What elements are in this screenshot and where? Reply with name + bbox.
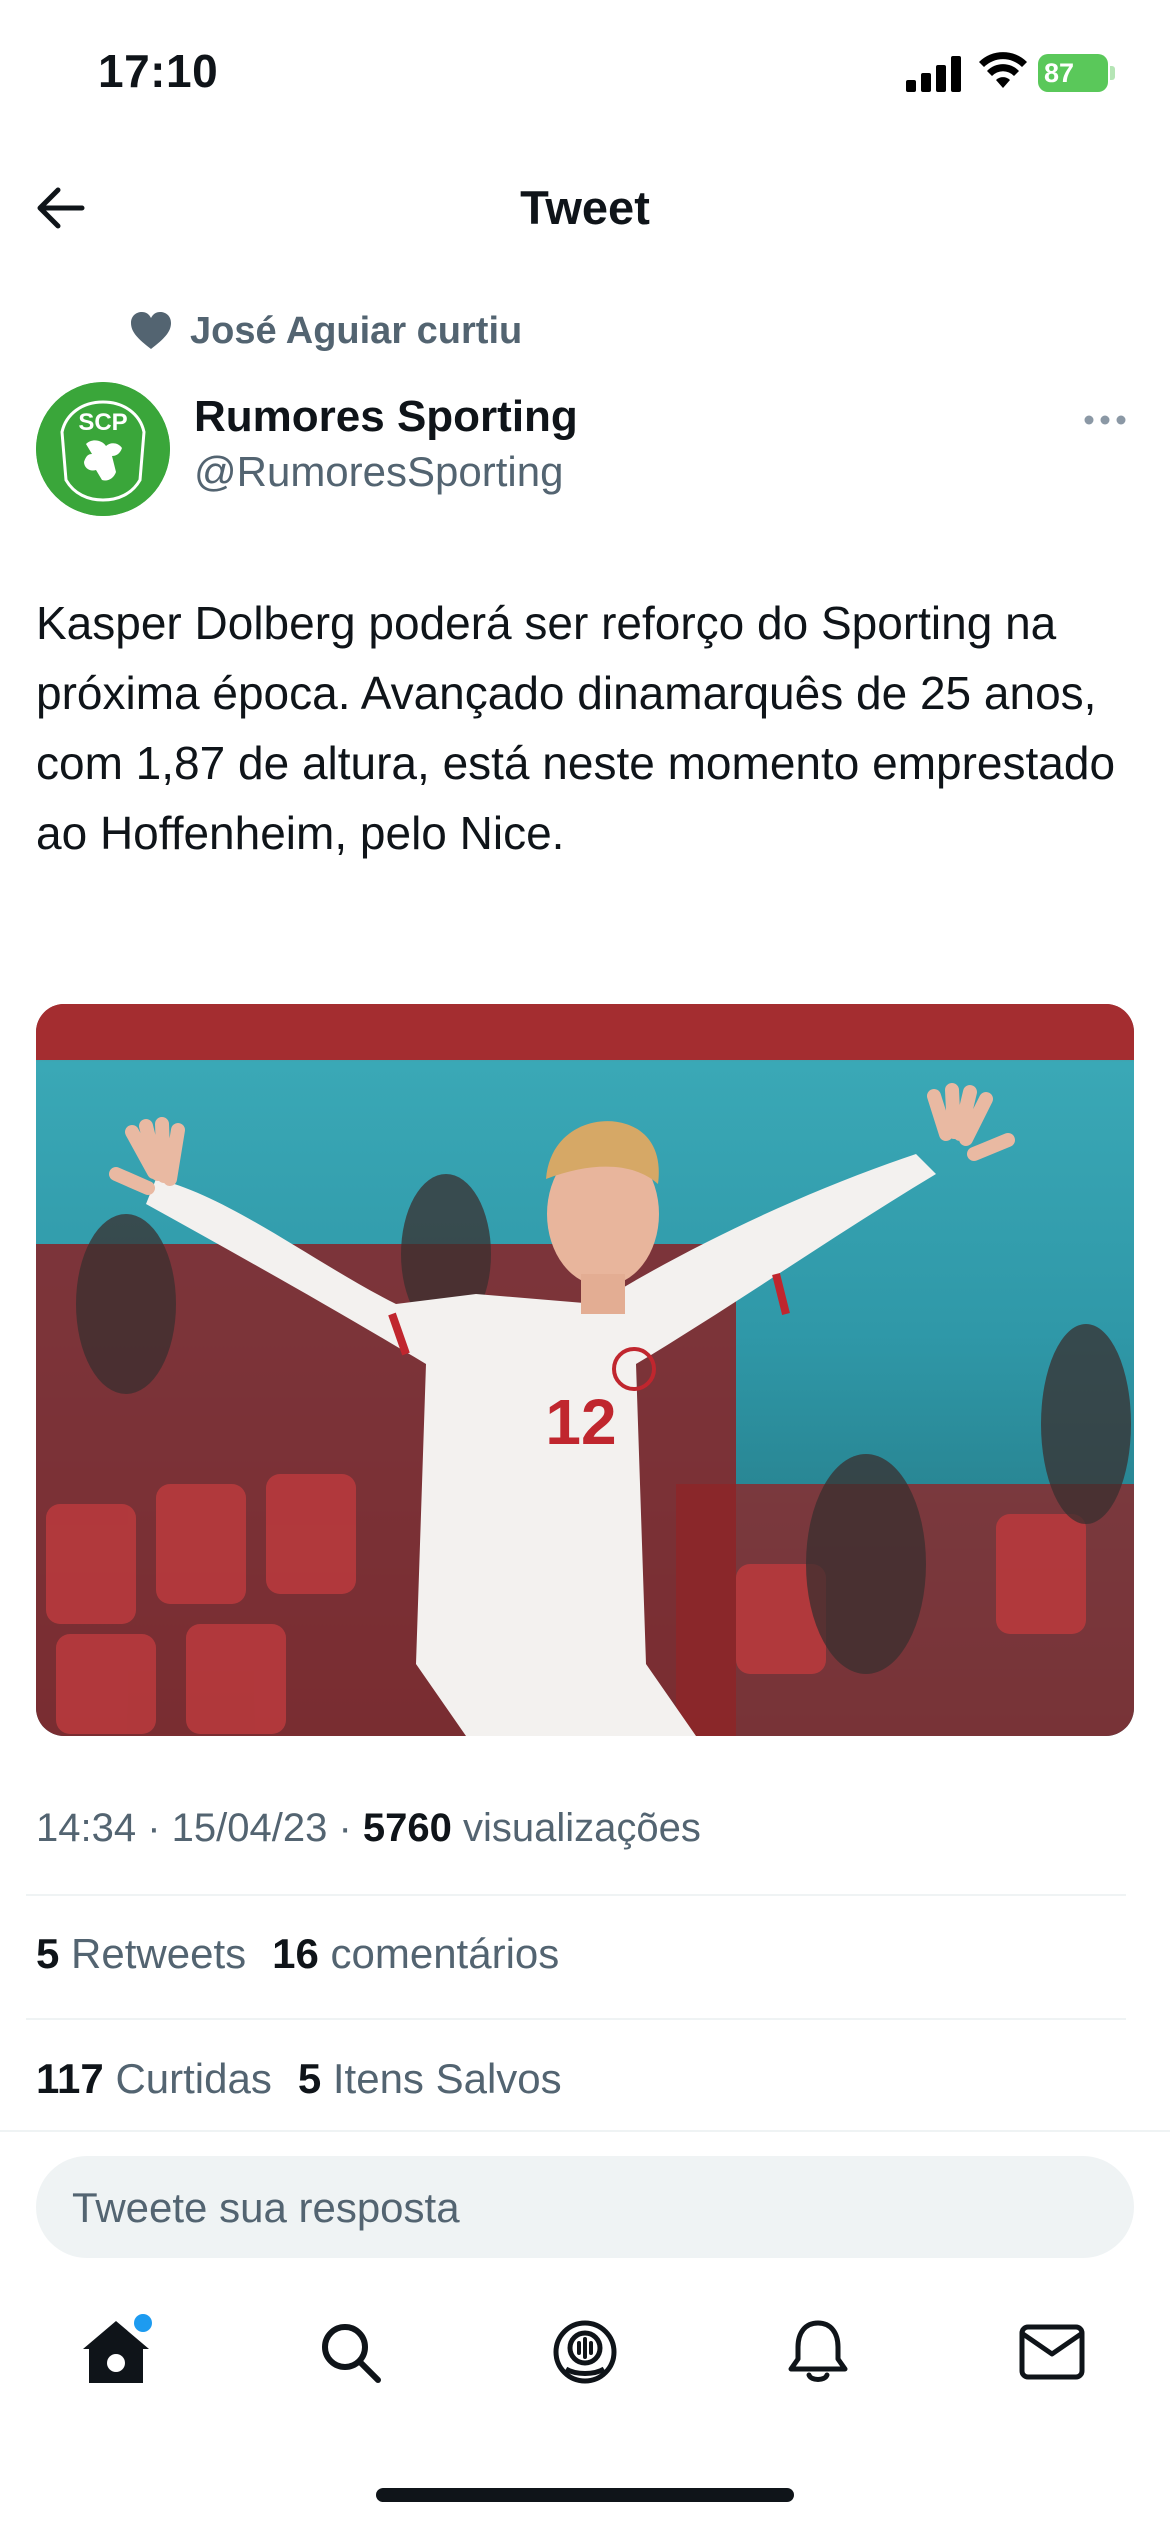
status-time: 17:10: [98, 45, 219, 97]
search-icon: [322, 2324, 381, 2383]
tweet-meta: 14:34 · 15/04/23 · 5760 visualizações: [36, 1806, 701, 1850]
spaces-icon: [553, 2320, 617, 2384]
social-context-text: José Aguiar curtiu: [190, 309, 523, 352]
wifi-icon: [979, 52, 1027, 88]
retweets-stat[interactable]: 5 Retweets: [36, 1930, 246, 1978]
notifications-icon: [788, 2320, 848, 2382]
player-photo-icon: 12: [36, 1004, 1134, 1736]
divider: [26, 2018, 1126, 2020]
comments-count: 16: [272, 1930, 319, 1977]
retweets-label: Retweets: [71, 1930, 247, 1977]
tweet-text: Kasper Dolberg poderá ser reforço do Spo…: [36, 597, 1116, 859]
author-name[interactable]: Rumores Sporting: [194, 392, 578, 442]
battery-icon: 87: [1038, 54, 1115, 92]
likes-label: Curtidas: [115, 2055, 272, 2102]
heart-icon: [131, 312, 171, 349]
views-label: visualizações: [463, 1806, 701, 1850]
stats-row-likes: 117 Curtidas 5 Itens Salvos: [36, 2055, 588, 2103]
divider: [26, 1894, 1126, 1896]
messages-icon: [1019, 2324, 1085, 2380]
saved-count: 5: [297, 2055, 322, 2102]
saved-stat[interactable]: 5 Itens Salvos: [298, 2055, 562, 2103]
social-context[interactable]: José Aguiar curtiu: [130, 306, 522, 356]
tweet-date: 15/04/23: [171, 1806, 328, 1850]
tweet-image[interactable]: 12: [36, 1004, 1134, 1736]
home-indicator[interactable]: [376, 2488, 794, 2502]
scp-logo-icon: SCP: [36, 382, 170, 516]
reply-placeholder: Tweete sua resposta: [72, 2184, 460, 2231]
author-handle[interactable]: @RumoresSporting: [194, 448, 563, 496]
more-options-icon[interactable]: [1080, 400, 1130, 440]
signal-icon: [906, 56, 961, 92]
views-count: 5760: [362, 1806, 452, 1850]
stats-row-retweets: 5 Retweets 16 comentários: [36, 1930, 585, 1978]
home-unread-badge: [134, 2314, 152, 2332]
likes-count: 117: [36, 2055, 104, 2102]
page-title: Tweet: [520, 181, 650, 234]
battery-level: 87: [1044, 58, 1075, 88]
reply-input[interactable]: Tweete sua resposta: [36, 2156, 1134, 2258]
saved-label: Itens Salvos: [332, 2055, 562, 2102]
avatar[interactable]: SCP: [36, 382, 170, 516]
comments-label: comentários: [330, 1930, 560, 1977]
retweets-count: 5: [36, 1930, 60, 1977]
status-bar: 17:10 87: [0, 0, 1170, 150]
divider: [0, 2130, 1170, 2132]
tweet-time: 14:34: [36, 1806, 137, 1850]
jersey-number: 12: [545, 1386, 616, 1458]
nav-header: Tweet: [0, 150, 1170, 270]
tab-spaces[interactable]: [545, 2312, 625, 2392]
tab-search[interactable]: [310, 2312, 390, 2392]
tab-bar: [0, 2300, 1170, 2420]
comments-stat[interactable]: 16 comentários: [272, 1930, 559, 1978]
tab-messages[interactable]: [1012, 2312, 1092, 2392]
tab-notifications[interactable]: [778, 2312, 858, 2392]
likes-stat[interactable]: 117 Curtidas: [36, 2055, 272, 2103]
avatar-text: SCP: [78, 409, 127, 436]
